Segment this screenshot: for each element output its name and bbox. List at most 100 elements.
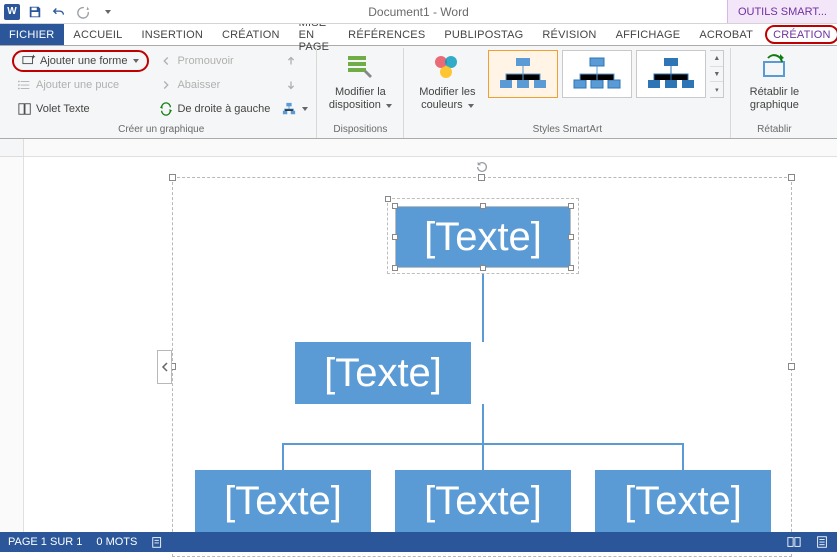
smartart-frame[interactable]: [Texte] [Texte] [Texte] [Texte] [Texte] — [172, 177, 792, 557]
style-thumb-1[interactable] — [488, 50, 558, 98]
smartart-node-assistant[interactable]: [Texte] — [295, 342, 471, 404]
tab-accueil[interactable]: ACCUEIL — [64, 24, 132, 45]
status-page[interactable]: PAGE 1 SUR 1 — [8, 536, 82, 548]
redo-icon[interactable] — [74, 3, 92, 21]
rtl-button[interactable]: De droite à gauche — [153, 98, 276, 120]
promote-icon — [159, 54, 173, 68]
gallery-expand-button[interactable]: ▲▼▾ — [710, 50, 724, 98]
tab-revision[interactable]: RÉVISION — [533, 24, 606, 45]
chevron-left-icon — [161, 362, 169, 372]
qat-customize-icon[interactable] — [98, 3, 116, 21]
group-creer-graphique: Ajouter une forme Ajouter une puce Volet… — [6, 48, 317, 138]
edit-layout-icon — [344, 52, 376, 84]
dropdown-caret-icon — [302, 107, 308, 111]
ribbon-tabs: FICHIER ACCUEIL INSERTION CRÉATION MISE … — [0, 24, 837, 46]
resize-handle[interactable] — [788, 174, 795, 181]
edit-layout-button[interactable]: Modifier la disposition — [323, 50, 397, 111]
dropdown-caret-icon — [133, 59, 139, 63]
add-shape-label: Ajouter une forme — [40, 55, 127, 67]
smartart-node-child-3[interactable]: [Texte] — [595, 470, 771, 532]
add-shape-icon — [22, 54, 36, 68]
view-print-icon[interactable] — [815, 535, 829, 549]
edit-colors-button[interactable]: Modifier les couleurs — [410, 50, 484, 111]
reset-graphic-button[interactable]: Rétablir le graphique — [737, 50, 811, 111]
document-area: [Texte] [Texte] [Texte] [Texte] [Texte] — [0, 139, 837, 532]
demote-button[interactable]: Abaisser — [153, 74, 276, 96]
quick-access-toolbar: W — [0, 3, 116, 21]
resize-handle[interactable] — [788, 363, 795, 370]
ruler-corner — [0, 139, 24, 157]
tab-references[interactable]: RÉFÉRENCES — [339, 24, 435, 45]
tab-mise-en-page[interactable]: MISE EN PAGE — [290, 24, 340, 45]
group-styles-smartart: Modifier les couleurs ▲▼▾ Styles SmartAr… — [404, 48, 731, 138]
tab-insertion[interactable]: INSERTION — [133, 24, 214, 45]
style-thumb-2[interactable] — [562, 50, 632, 98]
style-gallery: ▲▼▾ — [488, 50, 724, 98]
smartart-node-child-2[interactable]: [Texte] — [395, 470, 571, 532]
layout-icon — [282, 102, 296, 116]
layout-button[interactable] — [280, 98, 310, 120]
arrow-up-icon — [284, 54, 298, 68]
move-up-button[interactable] — [280, 50, 302, 72]
node-text: [Texte] — [324, 351, 442, 396]
resize-handle[interactable] — [478, 174, 485, 181]
reset-label: Rétablir le graphique — [739, 86, 809, 111]
rtl-icon — [159, 102, 173, 116]
node-text: [Texte] — [424, 479, 542, 524]
undo-icon[interactable] — [50, 3, 68, 21]
style-thumb-3[interactable] — [636, 50, 706, 98]
document-title: Document1 - Word — [368, 5, 468, 19]
add-bullet-icon — [18, 78, 32, 92]
smartart-node-child-1[interactable]: [Texte] — [195, 470, 371, 532]
word-app-icon[interactable]: W — [4, 4, 20, 20]
tab-affichage[interactable]: AFFICHAGE — [607, 24, 691, 45]
node-text: [Texte] — [624, 479, 742, 524]
group-label: Styles SmartArt — [533, 122, 602, 138]
node-text: [Texte] — [424, 215, 542, 260]
save-icon[interactable] — [26, 3, 44, 21]
group-label: Rétablir — [757, 122, 791, 138]
add-bullet-label: Ajouter une puce — [36, 79, 119, 91]
promote-button[interactable]: Promouvoir — [153, 50, 276, 72]
tab-publipostage[interactable]: PUBLIPOSTAG — [435, 24, 533, 45]
page[interactable]: [Texte] [Texte] [Texte] [Texte] [Texte] — [24, 157, 837, 532]
horizontal-ruler[interactable] — [24, 139, 837, 157]
add-shape-button[interactable]: Ajouter une forme — [12, 50, 149, 72]
connector — [482, 443, 484, 471]
connector — [282, 443, 284, 471]
smartart-node-root[interactable]: [Texte] — [395, 206, 571, 268]
spellcheck-icon[interactable] — [151, 535, 165, 549]
status-bar: PAGE 1 SUR 1 0 MOTS — [0, 532, 837, 552]
node-text: [Texte] — [224, 479, 342, 524]
tab-smartart-creation[interactable]: CRÉATION — [765, 25, 837, 44]
edit-layout-label: Modifier la disposition — [329, 86, 386, 111]
ribbon: Ajouter une forme Ajouter une puce Volet… — [0, 46, 837, 139]
tab-fichier[interactable]: FICHIER — [0, 24, 64, 45]
edit-colors-icon — [431, 52, 463, 84]
demote-icon — [159, 78, 173, 92]
promote-label: Promouvoir — [177, 55, 233, 67]
rtl-label: De droite à gauche — [177, 103, 270, 115]
demote-label: Abaisser — [177, 79, 220, 91]
add-bullet-button[interactable]: Ajouter une puce — [12, 74, 149, 96]
reset-icon — [758, 52, 790, 84]
text-pane-toggle[interactable] — [157, 350, 172, 384]
text-pane-icon — [18, 102, 32, 116]
title-bar: W Document1 - Word OUTILS SMART... — [0, 0, 837, 24]
group-retablir: Rétablir le graphique Rétablir — [731, 48, 817, 138]
resize-handle[interactable] — [169, 174, 176, 181]
contextual-tab-label: OUTILS SMART... — [727, 0, 837, 23]
group-label: Dispositions — [333, 122, 387, 138]
view-read-icon[interactable] — [787, 535, 801, 549]
vertical-ruler[interactable] — [0, 157, 24, 532]
connector — [482, 274, 484, 342]
arrow-down-icon — [284, 78, 298, 92]
tab-creation[interactable]: CRÉATION — [213, 24, 290, 45]
group-label: Créer un graphique — [118, 122, 204, 138]
text-pane-button[interactable]: Volet Texte — [12, 98, 149, 120]
tab-acrobat[interactable]: ACROBAT — [690, 24, 763, 45]
status-word-count[interactable]: 0 MOTS — [96, 536, 137, 548]
connector — [682, 443, 684, 471]
connector — [482, 404, 484, 444]
move-down-button[interactable] — [280, 74, 302, 96]
